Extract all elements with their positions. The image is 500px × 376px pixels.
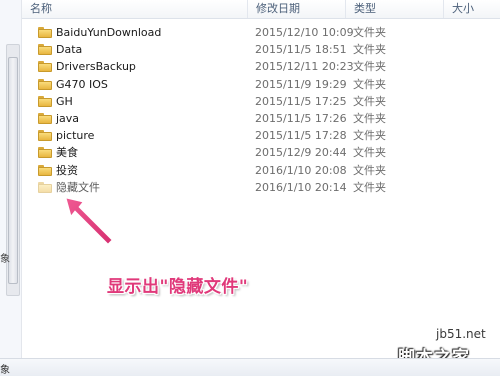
file-row[interactable]: Data 2015/11/5 18:51 文件夹 bbox=[22, 41, 500, 58]
file-name[interactable]: java bbox=[56, 110, 79, 127]
nav-partial-text: 象 bbox=[0, 254, 10, 264]
file-date: 2016/1/10 20:14 bbox=[255, 180, 347, 194]
file-date: 2015/11/5 18:51 bbox=[255, 43, 347, 57]
file-row[interactable]: picture 2015/11/5 17:28 文件夹 bbox=[22, 127, 500, 144]
file-row[interactable]: DriversBackup 2015/12/11 20:23 文件夹 bbox=[22, 58, 500, 75]
folder-icon bbox=[38, 95, 52, 107]
file-date: 2015/12/9 20:44 bbox=[255, 146, 347, 160]
status-partial-text: 象 bbox=[0, 365, 10, 376]
file-type: 文件夹 bbox=[353, 111, 386, 125]
file-name[interactable]: 投资 bbox=[56, 162, 78, 179]
folder-icon bbox=[38, 181, 52, 193]
folder-icon bbox=[38, 44, 52, 56]
file-date: 2015/12/10 10:09 bbox=[255, 26, 354, 39]
file-name[interactable]: G470 IOS bbox=[56, 76, 108, 93]
file-date: 2015/12/11 20:23 bbox=[255, 60, 354, 74]
column-size[interactable]: 大小 bbox=[444, 0, 500, 18]
folder-icon bbox=[38, 130, 52, 142]
file-type: 文件夹 bbox=[353, 43, 386, 57]
navigation-pane[interactable]: 象 bbox=[0, 0, 22, 358]
status-bar: 象 bbox=[0, 358, 500, 376]
file-name[interactable]: BaiduYunDownload bbox=[56, 24, 161, 41]
file-row[interactable]: G470 IOS 2015/11/9 19:29 文件夹 bbox=[22, 76, 500, 93]
file-name[interactable]: 美食 bbox=[56, 144, 78, 161]
file-type: 文件夹 bbox=[353, 146, 386, 160]
file-date: 2015/11/5 17:25 bbox=[255, 94, 347, 108]
file-row[interactable]: 投资 2016/1/10 20:08 文件夹 bbox=[22, 162, 500, 179]
folder-icon bbox=[38, 112, 52, 124]
file-date: 2016/1/10 20:08 bbox=[255, 163, 347, 177]
folder-icon bbox=[38, 147, 52, 159]
file-type: 文件夹 bbox=[353, 180, 386, 194]
folder-icon bbox=[38, 27, 52, 38]
file-name[interactable]: GH bbox=[56, 93, 73, 110]
file-type: 文件夹 bbox=[353, 26, 386, 39]
file-type: 文件夹 bbox=[353, 129, 386, 143]
column-date-modified[interactable]: 修改日期 bbox=[248, 0, 346, 18]
watermark-site: jb51.net bbox=[436, 327, 486, 341]
file-name[interactable]: 隐藏文件 bbox=[56, 179, 100, 196]
file-row[interactable]: 美食 2015/12/9 20:44 文件夹 bbox=[22, 144, 500, 161]
file-row[interactable]: BaiduYunDownload 2015/12/10 10:09 文件夹 bbox=[22, 24, 500, 41]
folder-icon bbox=[38, 78, 52, 90]
file-row[interactable]: GH 2015/11/5 17:25 文件夹 bbox=[22, 93, 500, 110]
folder-icon bbox=[38, 61, 52, 73]
file-name[interactable]: Data bbox=[56, 41, 82, 58]
file-row-hidden[interactable]: 隐藏文件 2016/1/10 20:14 文件夹 bbox=[22, 179, 500, 196]
file-row[interactable]: java 2015/11/5 17:26 文件夹 bbox=[22, 110, 500, 127]
file-date: 2015/11/5 17:28 bbox=[255, 129, 347, 143]
file-name[interactable]: picture bbox=[56, 127, 94, 144]
file-type: 文件夹 bbox=[353, 77, 386, 91]
annotation-label: 显示出"隐藏文件" bbox=[107, 277, 249, 297]
column-name[interactable]: 名称 bbox=[22, 0, 248, 18]
file-name[interactable]: DriversBackup bbox=[56, 58, 136, 75]
file-type: 文件夹 bbox=[353, 163, 386, 177]
file-list: BaiduYunDownload 2015/12/10 10:09 文件夹 Da… bbox=[22, 24, 500, 196]
folder-icon bbox=[38, 164, 52, 176]
column-type[interactable]: 类型 bbox=[346, 0, 444, 18]
file-type: 文件夹 bbox=[353, 94, 386, 108]
file-date: 2015/11/5 17:26 bbox=[255, 111, 347, 125]
column-header: 名称 修改日期 类型 大小 bbox=[22, 0, 500, 19]
file-type: 文件夹 bbox=[353, 60, 386, 74]
file-date: 2015/11/9 19:29 bbox=[255, 77, 347, 91]
